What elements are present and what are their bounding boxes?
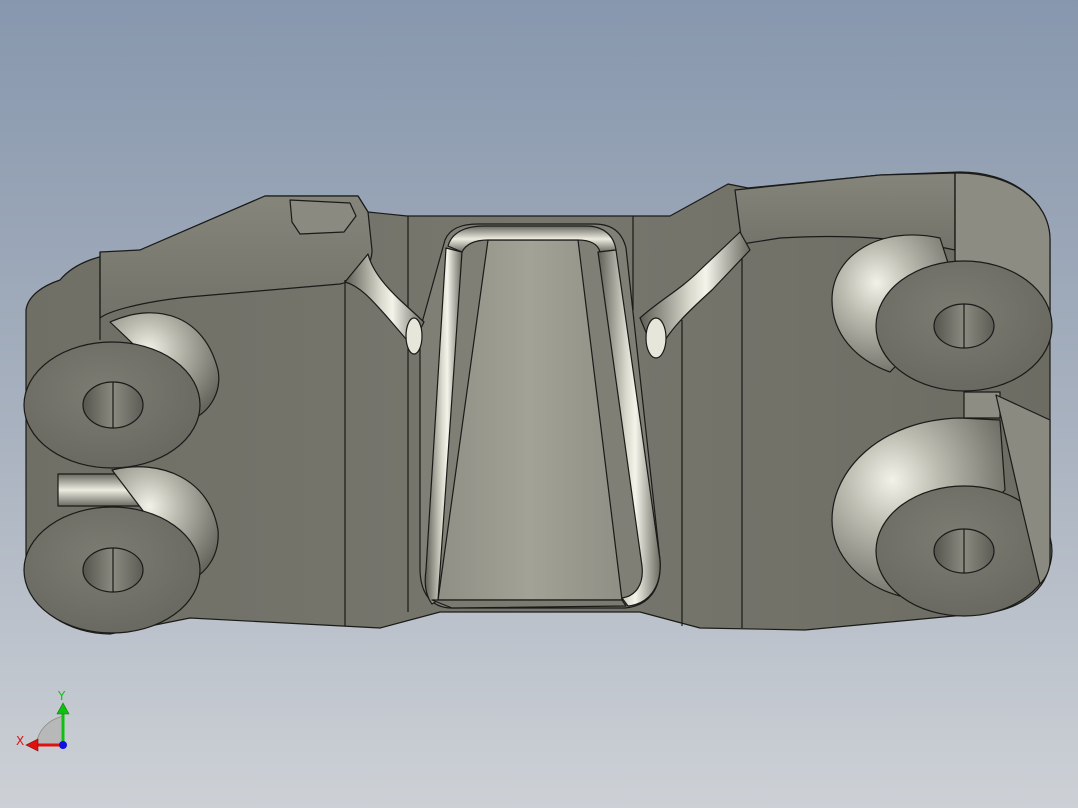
right-neck [963, 391, 1001, 419]
rib-joint-highlight [405, 317, 423, 355]
rib-joint-highlight [645, 317, 667, 359]
x-axis-label: X [16, 734, 24, 748]
pocket-rim-bottom [431, 599, 627, 609]
cad-3d-viewport[interactable]: X Y [0, 0, 1078, 808]
y-axis-label: Y [57, 689, 66, 703]
z-axis-dot [59, 741, 67, 749]
left-flange-slot [289, 199, 357, 235]
bracket-part[interactable] [23, 171, 1053, 635]
